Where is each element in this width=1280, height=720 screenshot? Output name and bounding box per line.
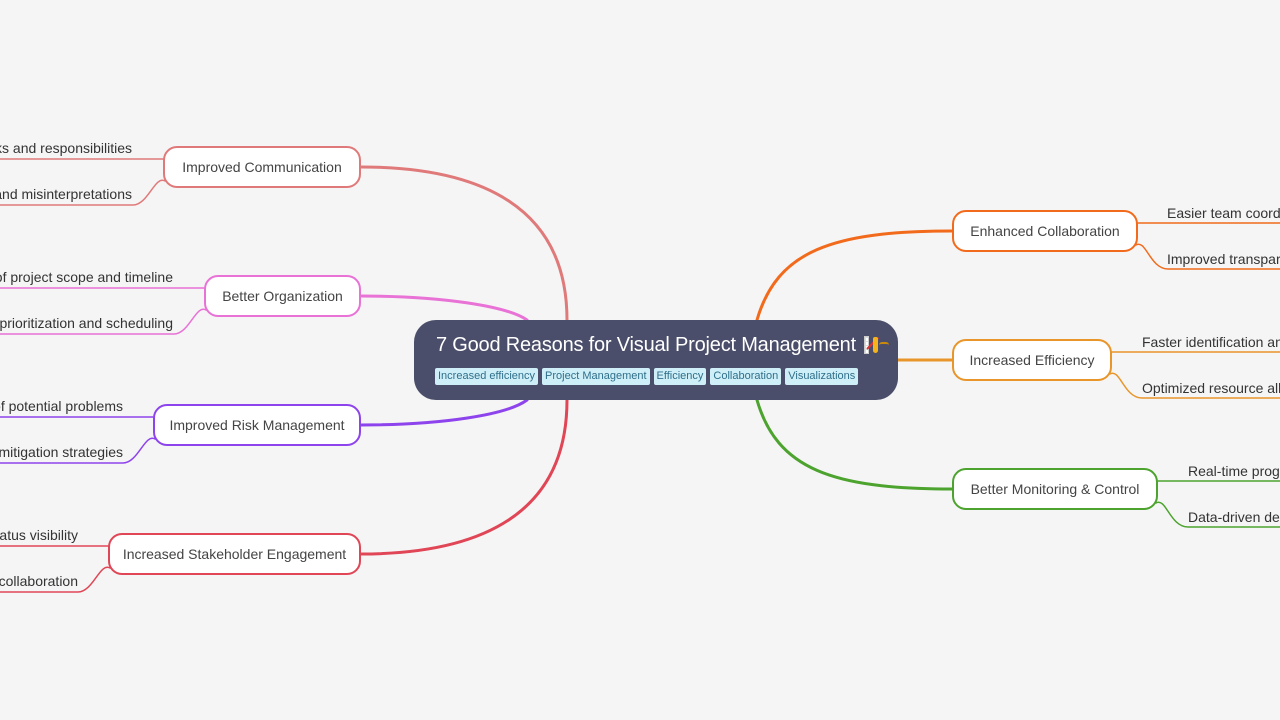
branch-node-improved-communication[interactable]: Improved Communication — [163, 146, 361, 188]
leaf-node[interactable]: ks and responsibilities — [0, 139, 132, 157]
leaf-node[interactable]: Real-time progr — [1188, 462, 1280, 480]
mindmap-canvas[interactable]: 7 Good Reasons for Visual Project Manage… — [0, 0, 1280, 720]
leaf-node[interactable]: Easier team coordi — [1167, 204, 1280, 222]
leaf-node[interactable]: Improved transpar — [1167, 250, 1280, 268]
chart-increasing-icon — [863, 336, 870, 354]
root-tags: Increased efficiency Project Management … — [435, 368, 878, 385]
leaf-node[interactable]: Optimized resource allo — [1142, 379, 1280, 397]
tag[interactable]: Visualizations — [785, 368, 859, 385]
root-title-row: 7 Good Reasons for Visual Project Manage… — [436, 330, 889, 360]
branch-node-increased-efficiency[interactable]: Increased Efficiency — [952, 339, 1112, 381]
tag[interactable]: Project Management — [542, 368, 650, 385]
branch-connector — [359, 165, 569, 322]
handshake-icon — [873, 337, 889, 353]
branch-node-enhanced-collaboration[interactable]: Enhanced Collaboration — [952, 210, 1138, 252]
branch-connector — [359, 294, 529, 322]
leaf-node[interactable]: atus visibility — [0, 526, 78, 544]
branch-connector — [755, 229, 954, 322]
branch-node-better-monitoring-control[interactable]: Better Monitoring & Control — [952, 468, 1158, 510]
branch-node-increased-stakeholder-engagement[interactable]: Increased Stakeholder Engagement — [108, 533, 361, 575]
branch-connector — [359, 398, 569, 556]
leaf-node[interactable]: and misinterpretations — [0, 185, 132, 203]
leaf-node[interactable]: collaboration — [0, 572, 78, 590]
leaf-node[interactable]: prioritization and scheduling — [0, 314, 173, 332]
root-title: 7 Good Reasons for Visual Project Manage… — [436, 334, 856, 356]
branch-node-better-organization[interactable]: Better Organization — [204, 275, 361, 317]
leaf-node[interactable]: of project scope and timeline — [0, 268, 173, 286]
branch-connector — [755, 398, 954, 491]
tag[interactable]: Efficiency — [653, 368, 707, 385]
leaf-node[interactable]: of potential problems — [0, 397, 123, 415]
leaf-node[interactable]: Data-driven dec — [1188, 508, 1280, 526]
tag[interactable]: Collaboration — [710, 368, 782, 385]
root-node[interactable]: 7 Good Reasons for Visual Project Manage… — [414, 320, 898, 400]
leaf-node[interactable]: mitigation strategies — [0, 443, 123, 461]
branch-node-improved-risk-management[interactable]: Improved Risk Management — [153, 404, 361, 446]
tag[interactable]: Increased efficiency — [435, 368, 539, 385]
branch-connector — [359, 398, 529, 427]
leaf-node[interactable]: Faster identification an — [1142, 333, 1280, 351]
